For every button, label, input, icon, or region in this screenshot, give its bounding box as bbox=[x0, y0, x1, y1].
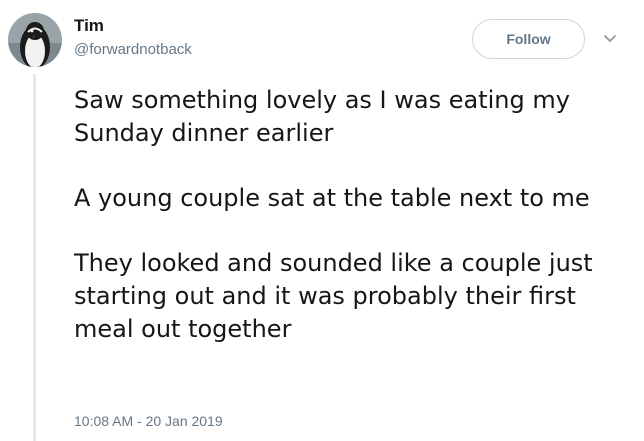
tweet-paragraph: A young couple sat at the table next to … bbox=[74, 184, 590, 212]
more-options-button[interactable] bbox=[600, 28, 620, 48]
avatar[interactable] bbox=[8, 13, 62, 67]
chevron-down-icon bbox=[604, 35, 616, 42]
author-handle[interactable]: @forwardnotback bbox=[74, 41, 192, 59]
tweet-paragraph: They looked and sounded like a couple ju… bbox=[74, 249, 593, 343]
thread-connector-line bbox=[33, 74, 36, 441]
tweet-timestamp[interactable]: 10:08 AM - 20 Jan 2019 bbox=[74, 412, 223, 430]
tweet-text: Saw something lovely as I was eating my … bbox=[74, 84, 634, 346]
tweet-paragraph: Saw something lovely as I was eating my … bbox=[74, 86, 570, 147]
follow-button[interactable]: Follow bbox=[472, 19, 585, 59]
penguin-avatar-icon bbox=[8, 13, 62, 67]
author-name[interactable]: Tim bbox=[74, 16, 104, 36]
